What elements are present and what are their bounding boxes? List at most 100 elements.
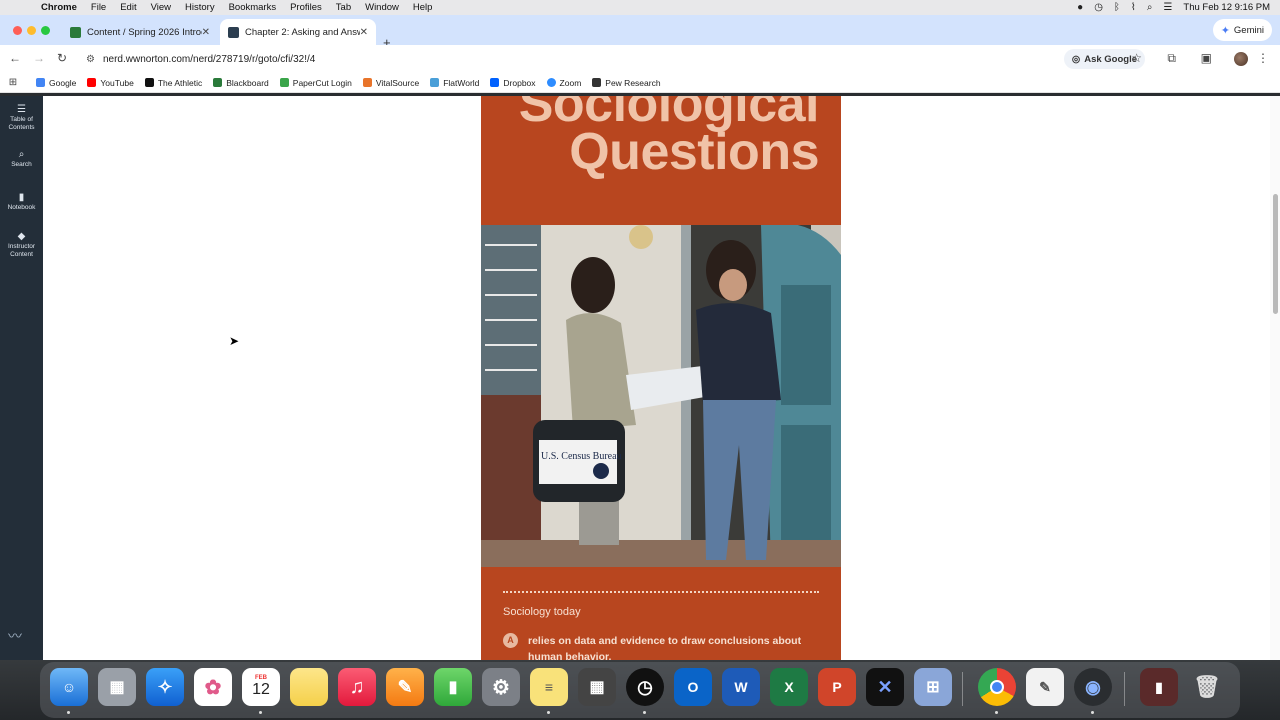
google-icon — [36, 78, 45, 87]
nav-label: Instructor — [7, 243, 36, 250]
word-icon[interactable]: W — [722, 668, 760, 706]
system-settings-icon[interactable]: ⚙ — [482, 668, 520, 706]
bookmark-vitalsource[interactable]: VitalSource — [362, 78, 419, 88]
outlook-icon[interactable]: O — [674, 668, 712, 706]
bookmark-label: YouTube — [100, 77, 134, 88]
quicktime-icon[interactable]: ◉ — [1074, 668, 1112, 706]
bookmark-label: Pew Research — [605, 77, 661, 88]
bookmark-star-icon[interactable]: ☆ — [1131, 51, 1142, 65]
powerpoint-icon[interactable]: P — [818, 668, 856, 706]
youtube-icon — [87, 78, 97, 87]
wifi-off-icon[interactable]: ⌇ — [1131, 2, 1136, 13]
cursor-app-icon[interactable]: ✕ — [866, 668, 904, 706]
forward-arrow-icon[interactable]: → — [33, 51, 45, 65]
app-grid-icon[interactable]: ⊞ — [914, 668, 952, 706]
census-photo: U.S. Census Bureau — [481, 225, 841, 567]
spotlight-icon[interactable]: ⌕ — [1147, 2, 1153, 13]
textedit-icon[interactable]: ✎ — [1026, 668, 1064, 706]
page-scrollbar-thumb[interactable] — [1273, 194, 1278, 314]
zoom-icon — [546, 78, 556, 87]
menu-edit[interactable]: Edit — [113, 2, 143, 13]
url-text[interactable]: nerd.wwnorton.com/nerd/278719/r/goto/cfi… — [103, 54, 315, 65]
downloads-stack-icon[interactable]: ▮ — [1140, 668, 1178, 706]
bookmark-google[interactable]: Google — [36, 78, 76, 88]
excel-icon[interactable]: X — [770, 668, 808, 706]
bluetooth-icon[interactable]: ᛒ — [1114, 2, 1120, 13]
safari-icon[interactable]: ✧ — [146, 668, 184, 706]
menu-profiles[interactable]: Profiles — [283, 2, 329, 13]
running-indicator — [259, 711, 262, 714]
nav-table-of-contents[interactable]: ☰ Table of Contents — [0, 104, 43, 132]
dock-separator — [962, 672, 963, 706]
tab-title: Content / Spring 2026 Introdu — [87, 26, 202, 38]
menu-bookmarks[interactable]: Bookmarks — [222, 2, 284, 13]
trash-icon[interactable]: 🗑 — [1188, 668, 1226, 706]
time-machine-icon[interactable]: ◷ — [1094, 2, 1103, 13]
chrome-icon[interactable] — [978, 668, 1016, 706]
dock-separator — [1124, 672, 1125, 706]
pew-icon — [592, 78, 602, 87]
clock-app-icon[interactable]: ◷ — [626, 668, 664, 706]
control-center-icon[interactable]: ☰ — [1163, 2, 1172, 13]
bookmark-label: Blackboard — [226, 77, 269, 88]
more-menu-icon[interactable]: ⋮ — [1257, 51, 1269, 65]
app-menu[interactable]: Chrome — [34, 2, 84, 13]
address-bar[interactable]: ⚙ nerd.wwnorton.com/nerd/278719/r/goto/c… — [80, 48, 1150, 70]
photos-icon[interactable]: ✿ — [194, 668, 232, 706]
back-arrow-icon[interactable]: ← — [9, 51, 21, 65]
page-scrollbar-track[interactable] — [1270, 96, 1280, 660]
notes-icon[interactable] — [290, 668, 328, 706]
stickies-icon[interactable]: ≡ — [530, 668, 568, 706]
menu-window[interactable]: Window — [358, 2, 406, 13]
list-icon: ☰ — [17, 104, 26, 115]
reload-icon[interactable]: ↻ — [57, 51, 67, 65]
minimize-window-button[interactable] — [27, 26, 36, 35]
bookmark-blackboard[interactable]: Blackboard — [213, 78, 269, 88]
menu-file[interactable]: File — [84, 2, 113, 13]
option-letter-badge: A — [503, 633, 518, 648]
dotted-divider — [503, 591, 819, 593]
bookmark-label: Zoom — [559, 77, 582, 88]
option-text: relies on data and evidence to draw conc… — [528, 635, 802, 660]
bookmark-youtube[interactable]: YouTube — [87, 77, 134, 88]
pages-icon[interactable]: ✎ — [386, 668, 424, 706]
menu-tab[interactable]: Tab — [329, 2, 358, 13]
nav-instructor-content[interactable]: ◆ Instructor Content — [0, 232, 43, 259]
menu-view[interactable]: View — [144, 2, 178, 13]
bookmark-dropbox[interactable]: Dropbox — [490, 78, 536, 88]
side-panel-icon[interactable]: ▣ — [1201, 51, 1212, 65]
bookmark-zoom[interactable]: Zoom — [546, 77, 582, 88]
gemini-button[interactable]: ✦ Gemini — [1212, 19, 1272, 41]
site-settings-icon[interactable]: ⚙ — [86, 54, 95, 65]
close-tab-icon[interactable]: ✕ — [202, 27, 210, 38]
bookmark-flatworld[interactable]: FlatWorld — [430, 78, 479, 88]
tab-content[interactable]: Content / Spring 2026 Introdu ✕ — [62, 19, 218, 45]
calendar-icon[interactable]: FEB 12 — [242, 668, 280, 706]
tab-chapter-2[interactable]: Chapter 2: Asking and Answe ✕ — [220, 19, 376, 45]
dropbox-icon — [490, 78, 500, 87]
nav-notebook[interactable]: ▮ Notebook — [0, 193, 43, 212]
bookmark-pew-research[interactable]: Pew Research — [592, 77, 661, 88]
menu-help[interactable]: Help — [406, 2, 440, 13]
close-window-button[interactable] — [13, 26, 22, 35]
apps-grid-icon[interactable]: ⊞ — [0, 77, 26, 88]
calculator-icon[interactable]: ▦ — [578, 668, 616, 706]
finder-icon[interactable]: ☺ — [50, 668, 88, 706]
launchpad-icon[interactable]: ▦ — [98, 668, 136, 706]
numbers-icon[interactable]: ▮ — [434, 668, 472, 706]
extensions-puzzle-icon[interactable]: ⧉ — [1167, 51, 1176, 66]
answer-option-a[interactable]: A relies on data and evidence to draw co… — [503, 633, 808, 660]
nav-search[interactable]: ⌕ Search — [0, 150, 43, 169]
music-icon[interactable]: ♫ — [338, 668, 376, 706]
census-photo-illustration: U.S. Census Bureau — [481, 225, 841, 567]
record-icon[interactable]: ● — [1077, 2, 1083, 13]
profile-avatar[interactable] — [1234, 52, 1248, 66]
menu-history[interactable]: History — [178, 2, 222, 13]
clock[interactable]: Thu Feb 12 9:16 PM — [1183, 2, 1270, 13]
zoom-window-button[interactable] — [41, 26, 50, 35]
close-tab-icon[interactable]: ✕ — [360, 27, 368, 38]
bag-label: U.S. Census Bureau — [541, 451, 622, 462]
bookmark-the-athletic[interactable]: The Athletic — [144, 78, 202, 88]
norton-favicon-icon — [228, 26, 239, 38]
bookmark-papercut[interactable]: PaperCut Login — [279, 78, 352, 88]
